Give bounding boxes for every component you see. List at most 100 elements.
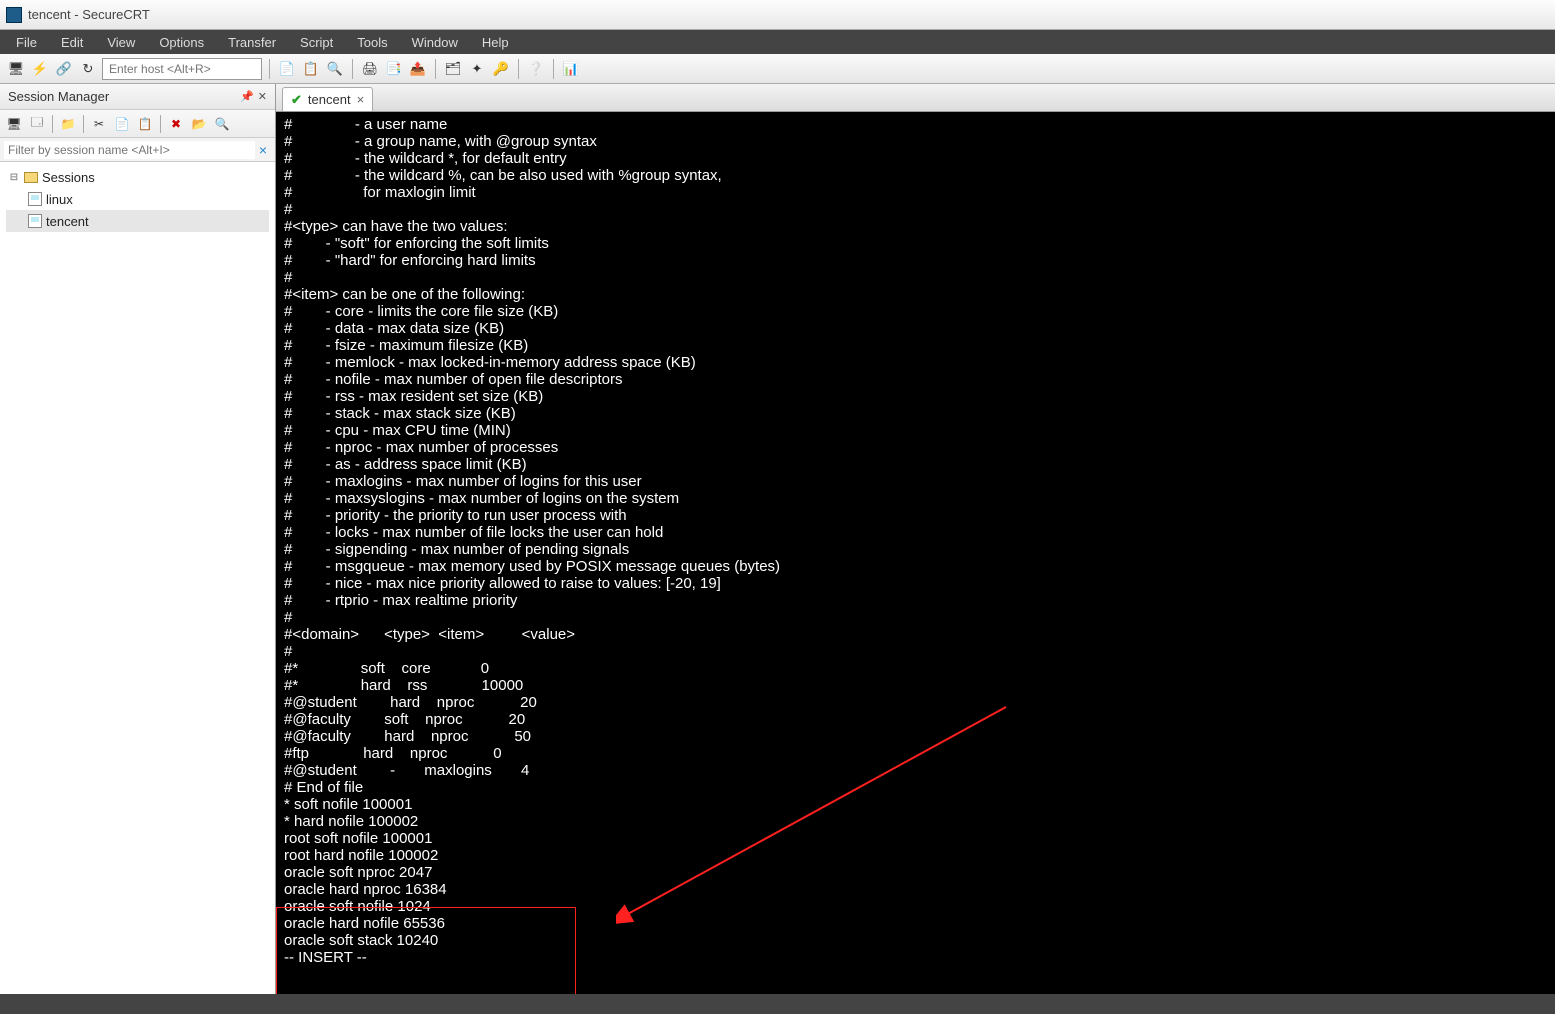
connect-sftp-icon[interactable]: 🔗 bbox=[54, 59, 74, 79]
terminal-line: # - nproc - max number of processes bbox=[284, 439, 1547, 456]
terminal-area: ✔ tencent × # - a user name# - a group n… bbox=[276, 84, 1555, 994]
menu-options[interactable]: Options bbox=[149, 33, 214, 52]
send-icon[interactable]: 📤 bbox=[408, 59, 428, 79]
session-icon bbox=[28, 214, 42, 228]
key-icon[interactable]: 🔑 bbox=[491, 59, 511, 79]
print-icon[interactable]: 🖨 bbox=[360, 59, 380, 79]
terminal-line: #@faculty hard nproc 50 bbox=[284, 728, 1547, 745]
find-session-icon[interactable]: 🔍 bbox=[212, 114, 232, 134]
terminal[interactable]: # - a user name# - a group name, with @g… bbox=[276, 112, 1555, 994]
terminal-line: oracle hard nproc 16384 bbox=[284, 881, 1547, 898]
properties-icon[interactable]: 📑 bbox=[384, 59, 404, 79]
close-panel-icon[interactable]: ✕ bbox=[258, 90, 267, 103]
copy2-icon[interactable]: 📄 bbox=[112, 114, 132, 134]
menu-view[interactable]: View bbox=[97, 33, 145, 52]
tab-tencent[interactable]: ✔ tencent × bbox=[282, 87, 373, 111]
terminal-line: * soft nofile 100001 bbox=[284, 796, 1547, 813]
terminal-line: # - nice - max nice priority allowed to … bbox=[284, 575, 1547, 592]
paste-icon[interactable]: 📋 bbox=[301, 59, 321, 79]
terminal-line: # - sigpending - max number of pending s… bbox=[284, 541, 1547, 558]
new-folder-icon[interactable]: 🗔 bbox=[27, 114, 47, 134]
toolbar-separator bbox=[352, 59, 353, 79]
terminal-line: # bbox=[284, 643, 1547, 660]
terminal-line: #<item> can be one of the following: bbox=[284, 286, 1547, 303]
tree-item-tencent[interactable]: tencent bbox=[6, 210, 269, 232]
host-input[interactable] bbox=[102, 58, 262, 80]
pin-icon[interactable]: 📌 bbox=[240, 90, 254, 103]
terminal-line: # - priority - the priority to run user … bbox=[284, 507, 1547, 524]
terminal-line: # - nofile - max number of open file des… bbox=[284, 371, 1547, 388]
find-icon[interactable]: 🔍 bbox=[325, 59, 345, 79]
terminal-line: #@student - maxlogins 4 bbox=[284, 762, 1547, 779]
close-tab-icon[interactable]: × bbox=[357, 92, 365, 107]
clear-filter-icon[interactable]: × bbox=[255, 142, 271, 158]
copy-icon[interactable]: 📄 bbox=[277, 59, 297, 79]
terminal-line: root hard nofile 100002 bbox=[284, 847, 1547, 864]
terminal-line: # - locks - max number of file locks the… bbox=[284, 524, 1547, 541]
reconnect-icon[interactable]: ↻ bbox=[78, 59, 98, 79]
session-filter: × bbox=[0, 138, 275, 162]
terminal-line: # - msgqueue - max memory used by POSIX … bbox=[284, 558, 1547, 575]
menu-help[interactable]: Help bbox=[472, 33, 519, 52]
terminal-line: oracle soft nproc 2047 bbox=[284, 864, 1547, 881]
terminal-line: # - rtprio - max realtime priority bbox=[284, 592, 1547, 609]
terminal-line: oracle soft stack 10240 bbox=[284, 932, 1547, 949]
menu-tools[interactable]: Tools bbox=[347, 33, 397, 52]
terminal-line: #<type> can have the two values: bbox=[284, 218, 1547, 235]
app-icon bbox=[6, 7, 22, 23]
terminal-line: #* soft core 0 bbox=[284, 660, 1547, 677]
terminal-line: # bbox=[284, 201, 1547, 218]
import-icon[interactable]: 📁 bbox=[58, 114, 78, 134]
tree-item-linux[interactable]: linux bbox=[6, 188, 269, 210]
window-title: tencent - SecureCRT bbox=[28, 7, 150, 22]
terminal-line: # bbox=[284, 269, 1547, 286]
menu-window[interactable]: Window bbox=[402, 33, 468, 52]
delete-icon[interactable]: ✖ bbox=[166, 114, 186, 134]
menu-script[interactable]: Script bbox=[290, 33, 343, 52]
terminal-line: # for maxlogin limit bbox=[284, 184, 1547, 201]
expander-icon[interactable]: ⊟ bbox=[8, 172, 20, 183]
toolbar-separator bbox=[435, 59, 436, 79]
tree-item-label: tencent bbox=[46, 214, 89, 229]
terminal-line: #@student hard nproc 20 bbox=[284, 694, 1547, 711]
statusbar bbox=[0, 994, 1555, 1014]
tree-item-label: linux bbox=[46, 192, 73, 207]
help-icon[interactable]: ❔ bbox=[526, 59, 546, 79]
terminal-line: # - "soft" for enforcing the soft limits bbox=[284, 235, 1547, 252]
cut-icon[interactable]: ✂ bbox=[89, 114, 109, 134]
quick-connect-icon[interactable]: ⚡ bbox=[30, 59, 50, 79]
session-tree: ⊟ Sessions linux tencent bbox=[0, 162, 275, 994]
terminal-line: # - a user name bbox=[284, 116, 1547, 133]
terminal-line: #<domain> <type> <item> <value> bbox=[284, 626, 1547, 643]
terminal-line: # - as - address space limit (KB) bbox=[284, 456, 1547, 473]
terminal-line: #* hard rss 10000 bbox=[284, 677, 1547, 694]
tools-icon[interactable]: ✦ bbox=[467, 59, 487, 79]
main-area: Session Manager 📌 ✕ 🖥 🗔 📁 ✂ 📄 📋 ✖ 📂 🔍 × bbox=[0, 84, 1555, 994]
chart-icon[interactable]: 📊 bbox=[561, 59, 581, 79]
separator bbox=[160, 115, 161, 133]
terminal-line: # - stack - max stack size (KB) bbox=[284, 405, 1547, 422]
terminal-line: # - the wildcard *, for default entry bbox=[284, 150, 1547, 167]
terminal-line: root soft nofile 100001 bbox=[284, 830, 1547, 847]
session-manager-header: Session Manager 📌 ✕ bbox=[0, 84, 275, 110]
toolbar-separator bbox=[553, 59, 554, 79]
menu-transfer[interactable]: Transfer bbox=[218, 33, 286, 52]
menu-file[interactable]: File bbox=[6, 33, 47, 52]
sessions-icon[interactable]: 🗂 bbox=[443, 59, 463, 79]
connect-icon[interactable]: 🖥 bbox=[6, 59, 26, 79]
paste2-icon[interactable]: 📋 bbox=[135, 114, 155, 134]
toolbar-separator bbox=[269, 59, 270, 79]
main-toolbar: 🖥 ⚡ 🔗 ↻ 📄 📋 🔍 🖨 📑 📤 🗂 ✦ 🔑 ❔ 📊 bbox=[0, 54, 1555, 84]
terminal-line: -- INSERT -- bbox=[284, 949, 1547, 966]
menu-edit[interactable]: Edit bbox=[51, 33, 93, 52]
new-session-icon[interactable]: 🖥 bbox=[4, 114, 24, 134]
session-manager-title: Session Manager bbox=[8, 89, 109, 104]
terminal-line: # bbox=[284, 609, 1547, 626]
session-manager-panel: Session Manager 📌 ✕ 🖥 🗔 📁 ✂ 📄 📋 ✖ 📂 🔍 × bbox=[0, 84, 276, 994]
terminal-line: # - data - max data size (KB) bbox=[284, 320, 1547, 337]
tree-root[interactable]: ⊟ Sessions bbox=[6, 166, 269, 188]
terminal-line: # - maxlogins - max number of logins for… bbox=[284, 473, 1547, 490]
filter-input[interactable] bbox=[4, 141, 255, 159]
titlebar: tencent - SecureCRT bbox=[0, 0, 1555, 30]
open-folder-icon[interactable]: 📂 bbox=[189, 114, 209, 134]
